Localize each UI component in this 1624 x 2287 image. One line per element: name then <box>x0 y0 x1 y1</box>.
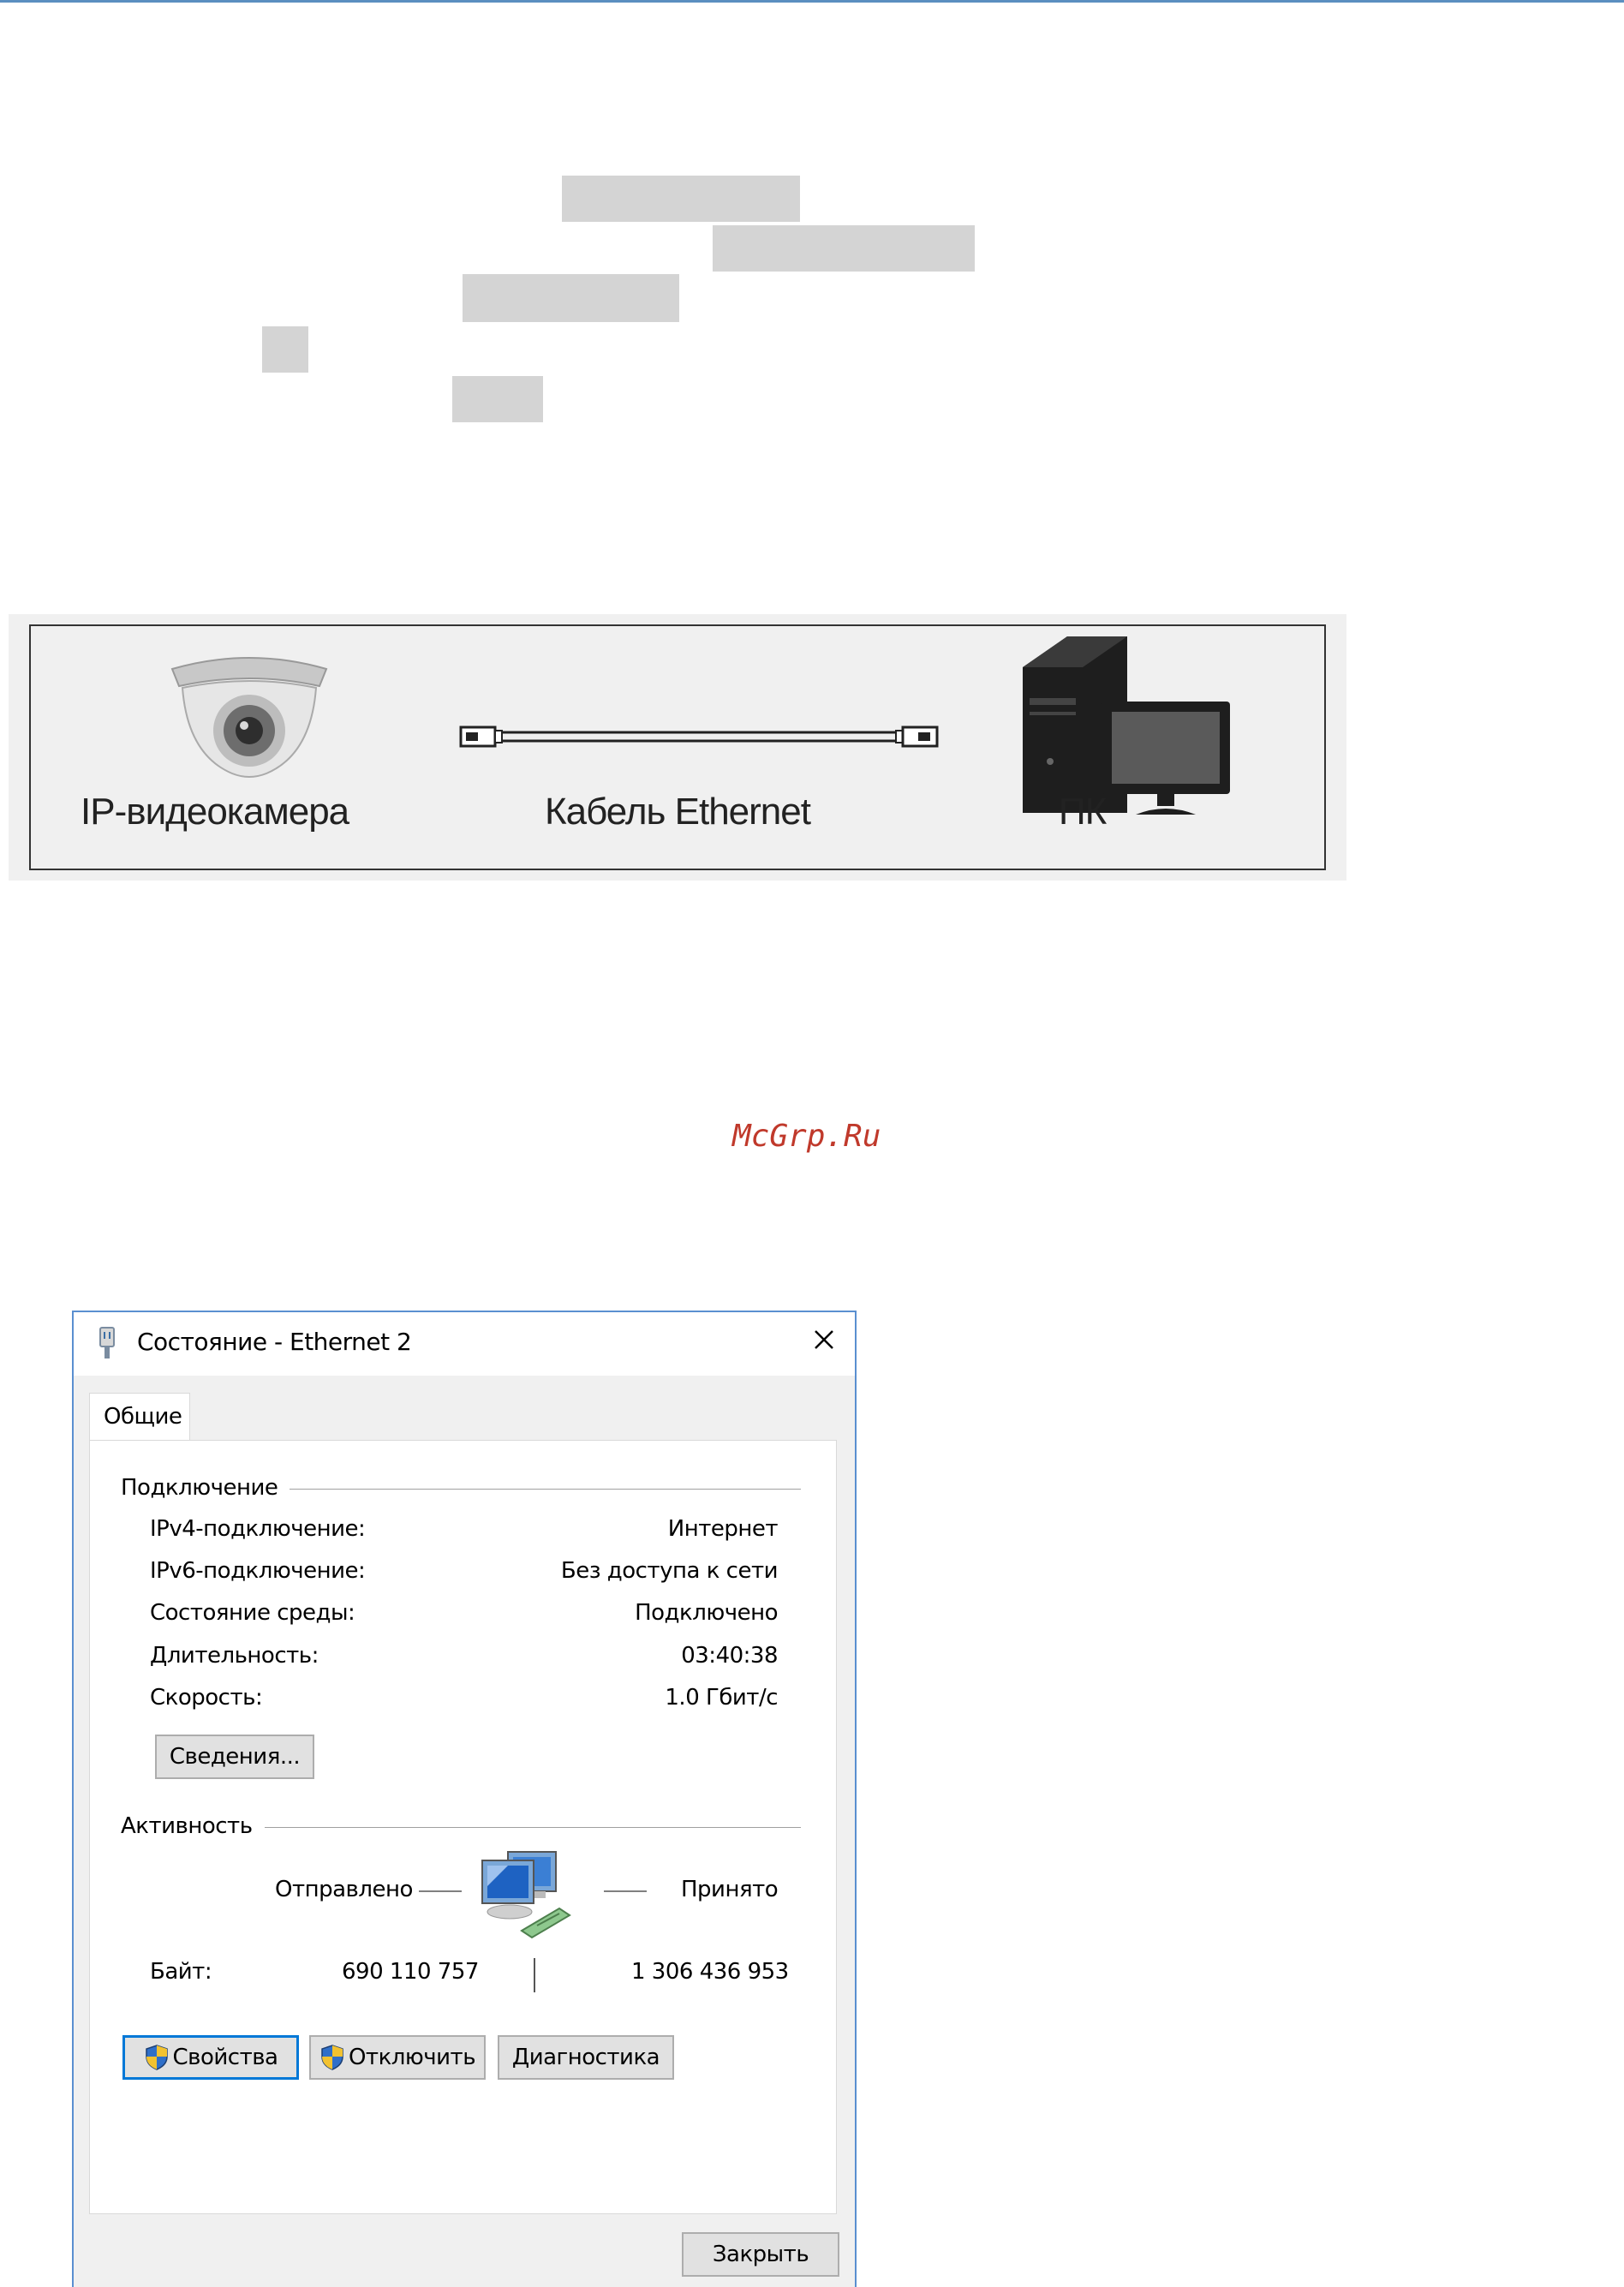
camera-label: IP-видеокамера <box>81 791 349 833</box>
pc-icon <box>1023 636 1230 815</box>
received-line <box>604 1890 647 1892</box>
ipv4-label: IPv4-подключение: <box>150 1516 366 1542</box>
activity-section-title: Активность <box>121 1813 265 1839</box>
media-state-label: Состояние среды: <box>150 1600 355 1626</box>
ethernet-status-dialog: Состояние - Ethernet 2 Общие Подключение… <box>72 1311 857 2287</box>
bytes-sent-value: 690 110 757 <box>342 1959 479 1985</box>
sent-line <box>419 1890 462 1892</box>
ipv6-label: IPv6-подключение: <box>150 1558 366 1584</box>
close-icon[interactable] <box>805 1321 843 1358</box>
properties-button[interactable]: Свойства <box>122 2035 299 2080</box>
dialog-title: Состояние - Ethernet 2 <box>137 1328 412 1356</box>
disable-button[interactable]: Отключить <box>309 2035 486 2080</box>
media-state-value: Подключено <box>635 1600 778 1626</box>
admin-shield-icon <box>321 2045 343 2070</box>
diagnose-button[interactable]: Диагностика <box>498 2035 674 2080</box>
ipv4-value: Интернет <box>667 1516 779 1542</box>
admin-shield-icon <box>145 2045 168 2070</box>
duration-label: Длительность: <box>150 1643 319 1669</box>
redacted-text <box>262 326 308 373</box>
sent-label: Отправлено <box>275 1877 413 1902</box>
speed-label: Скорость: <box>150 1685 263 1711</box>
bytes-divider <box>534 1958 535 1992</box>
speed-value: 1.0 Гбит/с <box>665 1685 778 1711</box>
dialog-titlebar[interactable]: Состояние - Ethernet 2 <box>74 1312 855 1376</box>
bytes-label: Байт: <box>150 1959 212 1985</box>
general-tab-panel: Подключение IPv4-подключение: Интернет I… <box>89 1440 837 2214</box>
ipv6-value: Без доступа к сети <box>560 1558 779 1584</box>
ethernet-cable-icon <box>459 726 939 748</box>
pc-label: ПК <box>1059 791 1107 833</box>
properties-button-label: Свойства <box>172 2045 278 2070</box>
activity-section-rule <box>261 1827 801 1828</box>
watermark-text: McGrp.Ru <box>732 1119 881 1154</box>
tab-general[interactable]: Общие <box>89 1393 190 1441</box>
dialog-client-area: Общие Подключение IPv4-подключение: Инте… <box>74 1376 855 2287</box>
redacted-text <box>463 274 679 322</box>
redacted-text <box>562 176 800 222</box>
connection-diagram: IP-видеокамера Кабель Ethernet ПК <box>29 624 1326 870</box>
redacted-text <box>713 225 975 272</box>
tab-general-label: Общие <box>104 1404 182 1430</box>
bytes-received-value: 1 306 436 953 <box>631 1959 789 1985</box>
redacted-text <box>452 376 543 422</box>
details-button[interactable]: Сведения... <box>155 1735 314 1779</box>
network-computers-icon <box>481 1851 571 1939</box>
cable-label: Кабель Ethernet <box>545 791 811 833</box>
received-label: Принято <box>681 1877 779 1902</box>
duration-value: 03:40:38 <box>681 1643 778 1669</box>
connection-section-title: Подключение <box>121 1475 290 1501</box>
ip-camera-icon <box>170 657 328 778</box>
page-top-rule <box>0 0 1624 3</box>
close-button[interactable]: Закрыть <box>682 2232 839 2277</box>
disable-button-label: Отключить <box>348 2045 476 2070</box>
network-adapter-icon <box>99 1327 115 1358</box>
connection-section-rule <box>287 1489 801 1490</box>
